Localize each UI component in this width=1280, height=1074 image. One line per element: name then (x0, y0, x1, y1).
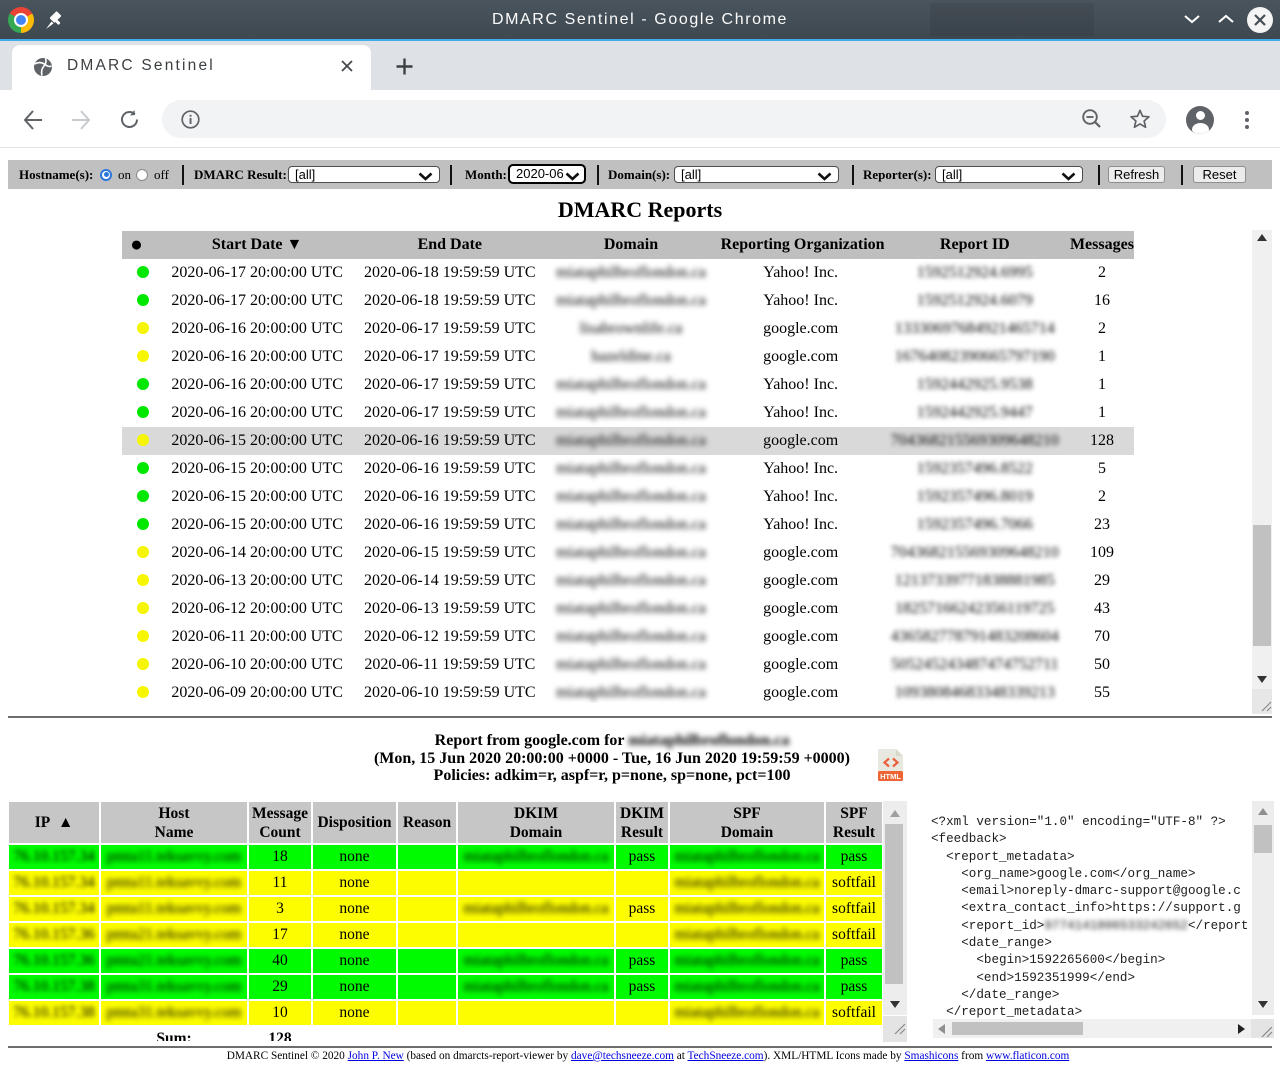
svg-text:HTML: HTML (880, 772, 901, 781)
